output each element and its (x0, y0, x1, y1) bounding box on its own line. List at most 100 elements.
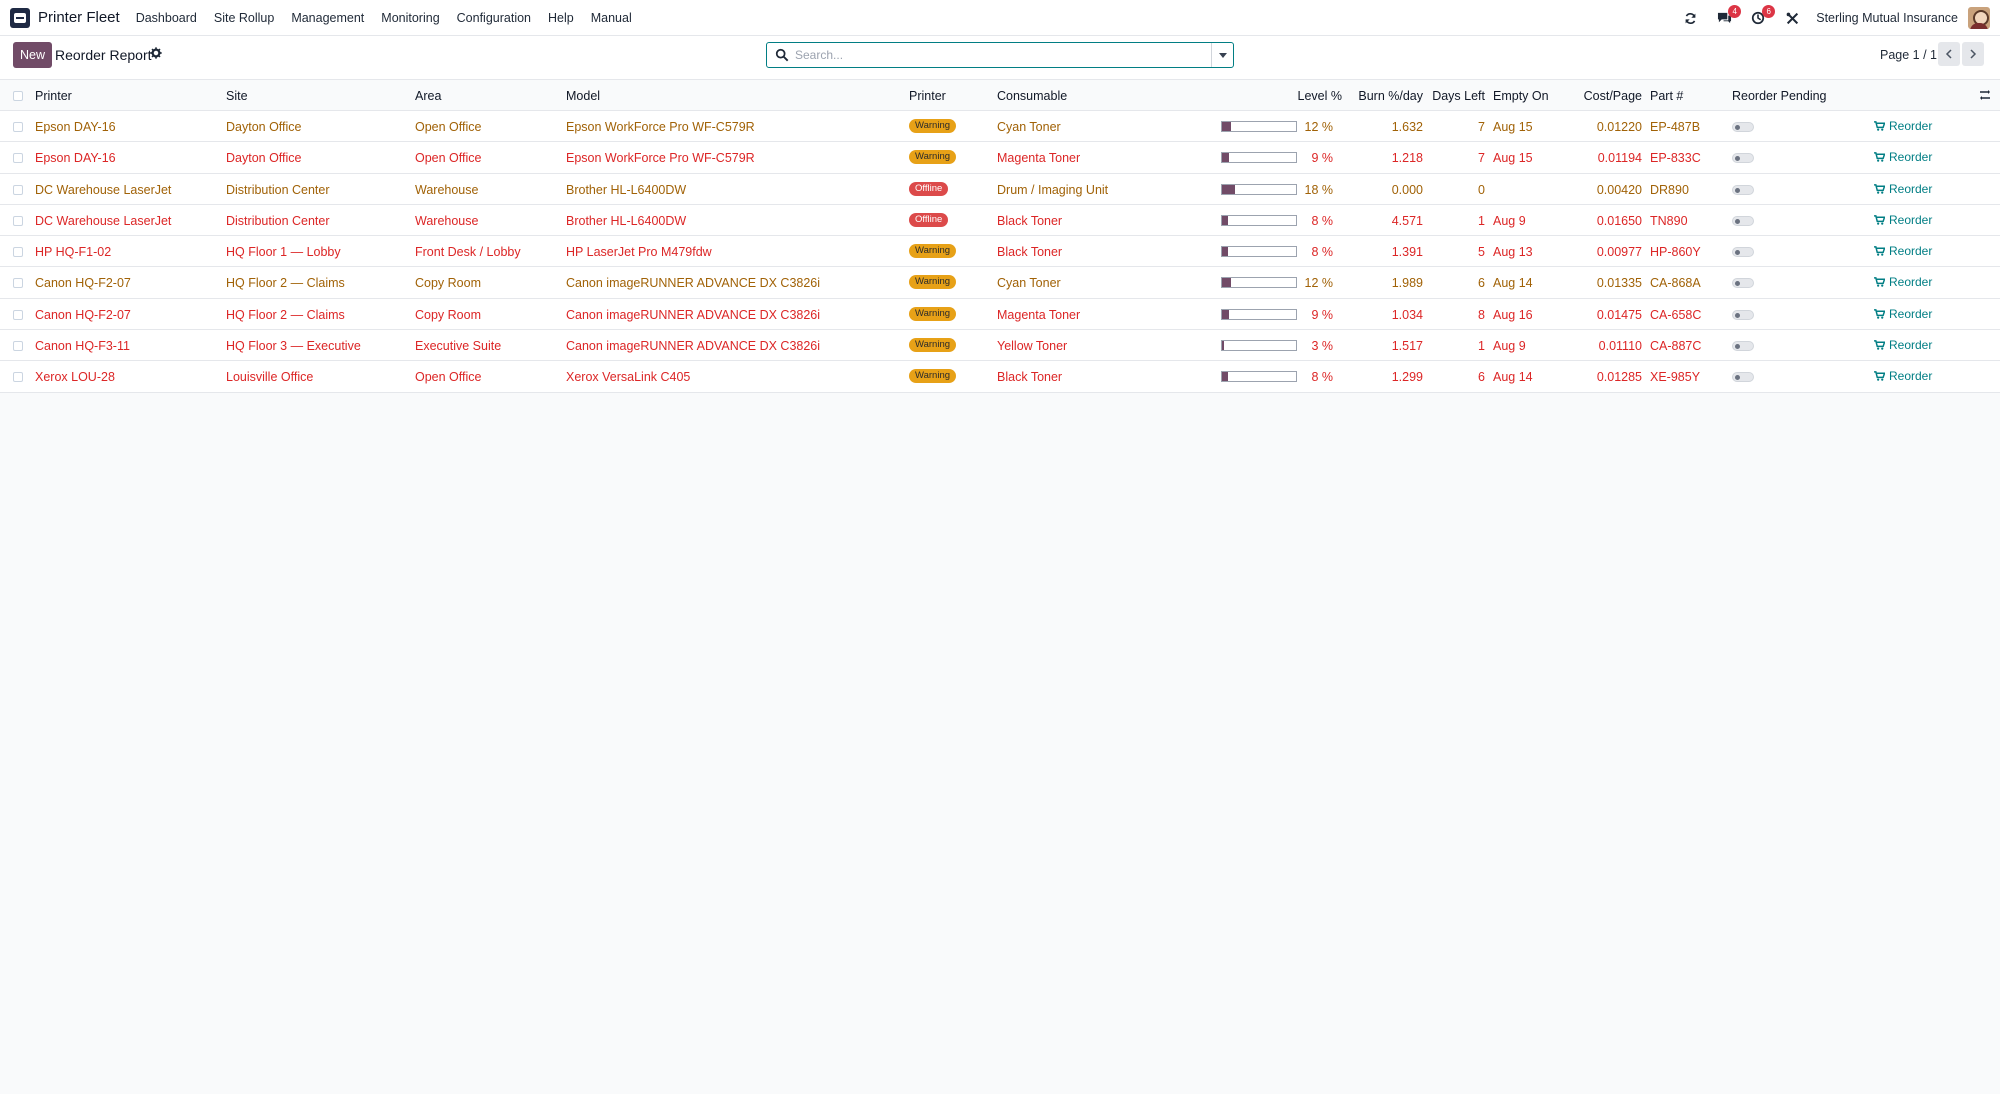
menu-management[interactable]: Management (291, 11, 364, 25)
row-checkbox[interactable] (13, 247, 23, 258)
cell-empty-on: Aug 9 (1493, 213, 1526, 228)
column-printer[interactable]: Printer (35, 89, 72, 103)
reorder-pending-toggle[interactable] (1732, 278, 1754, 289)
table-row[interactable]: HP HQ-F1-02 HQ Floor 1 — Lobby Front Desk … (0, 236, 2000, 268)
app-name[interactable]: Printer Fleet (38, 9, 120, 26)
column-model[interactable]: Model (566, 89, 600, 103)
search-options-toggle[interactable] (1211, 43, 1233, 67)
pager-value[interactable]: Page 1 / 1 (1880, 48, 1937, 62)
table-row[interactable]: Canon HQ-F2-07 HQ Floor 2 — Claims Copy Ro… (0, 267, 2000, 299)
reorder-pending-toggle[interactable] (1732, 372, 1754, 383)
printer-app-icon[interactable] (10, 7, 30, 28)
table-row[interactable]: DC Warehouse LaserJet Distribution Center… (0, 173, 2000, 205)
reorder-button[interactable]: Reorder (1874, 369, 1932, 383)
level-progress-bar (1221, 152, 1297, 164)
search-input[interactable] (795, 44, 1211, 66)
reorder-button[interactable]: Reorder (1874, 213, 1932, 227)
column-area[interactable]: Area (415, 89, 441, 103)
column-consumable[interactable]: Consumable (997, 89, 1067, 103)
column-level[interactable]: Level % (1298, 89, 1342, 103)
table-row[interactable]: Epson DAY-16 Dayton Office Open Office Epso… (0, 142, 2000, 174)
row-checkbox[interactable] (13, 122, 23, 132)
company-switcher[interactable]: Sterling Mutual Insurance (1816, 11, 1958, 25)
cell-burn: 1.632 (1391, 120, 1423, 134)
reorder-pending-toggle[interactable] (1732, 309, 1754, 320)
row-checkbox[interactable] (13, 153, 23, 164)
row-checkbox[interactable] (13, 184, 23, 195)
reorder-pending-toggle[interactable] (1732, 247, 1754, 258)
cell-area: Open Office (415, 120, 482, 134)
table-row[interactable]: Canon HQ-F3-11 HQ Floor 3 — Executive Exec… (0, 330, 2000, 362)
tools-icon[interactable] (1782, 8, 1802, 28)
column-burn[interactable]: Burn %/day (1358, 89, 1423, 103)
cell-area: Open Office (415, 370, 482, 385)
row-checkbox[interactable] (13, 372, 23, 383)
row-checkbox[interactable] (13, 309, 23, 320)
table-row[interactable]: DC Warehouse LaserJet Distribution Center… (0, 204, 2000, 237)
column-cost-per-page[interactable]: Cost/Page (1584, 89, 1642, 103)
row-checkbox[interactable] (13, 215, 23, 226)
reorder-button[interactable]: Reorder (1874, 244, 1932, 258)
column-empty-on[interactable]: Empty On (1493, 89, 1549, 103)
optional-columns-icon[interactable] (1979, 89, 1991, 101)
pager-next-button[interactable] (1962, 42, 1984, 66)
pager-previous-button[interactable] (1938, 42, 1960, 66)
cell-days-left: 0 (1478, 182, 1485, 197)
level-progress-fill (1222, 309, 1229, 319)
menu-help[interactable]: Help (548, 11, 574, 25)
menu-dashboard[interactable]: Dashboard (136, 11, 197, 25)
cell-area: Warehouse (415, 213, 479, 228)
reorder-button[interactable]: Reorder (1874, 338, 1932, 352)
reorder-pending-toggle[interactable] (1732, 122, 1754, 132)
reorder-label: Reorder (1889, 338, 1933, 353)
reorder-button[interactable]: Reorder (1874, 150, 1932, 164)
gear-icon[interactable] (150, 47, 162, 59)
menu-configuration[interactable]: Configuration (457, 11, 531, 25)
user-avatar[interactable] (1968, 7, 1990, 29)
select-all-checkbox[interactable] (13, 91, 23, 101)
reorder-button[interactable]: Reorder (1874, 275, 1932, 289)
reorder-button[interactable]: Reorder (1874, 119, 1932, 133)
reorder-pending-toggle[interactable] (1732, 153, 1754, 164)
control-panel: New Reorder Report Page 1 / 1 (0, 36, 2000, 80)
clock-icon[interactable]: 6 (1748, 5, 1776, 28)
table-row[interactable]: Xerox LOU-28 Louisville Office Open Office… (0, 361, 2000, 393)
refresh-icon[interactable] (1680, 8, 1700, 28)
menu-manual[interactable]: Manual (591, 11, 632, 25)
table-row[interactable]: Epson DAY-16 Dayton Office Open Office Epso… (0, 111, 2000, 143)
cell-consumable: Magenta Toner (997, 151, 1081, 166)
status-badge: Warning (909, 150, 957, 165)
new-button[interactable]: New (13, 42, 52, 68)
level-progress-fill (1222, 153, 1229, 163)
column-days-left[interactable]: Days Left (1432, 89, 1485, 103)
column-part-number[interactable]: Part # (1650, 89, 1683, 103)
cell-printer: DC Warehouse LaserJet (35, 213, 172, 228)
chat-icon[interactable]: 4 (1714, 5, 1742, 28)
reorder-pending-toggle[interactable] (1732, 215, 1754, 226)
column-printer-status[interactable]: Printer (909, 89, 946, 103)
reorder-pending-toggle[interactable] (1732, 341, 1754, 352)
cell-model: Canon imageRUNNER ADVANCE DX C3826i (566, 276, 821, 291)
reorder-button[interactable]: Reorder (1874, 182, 1932, 196)
row-checkbox[interactable] (13, 341, 23, 352)
cell-part-number: DR890 (1650, 182, 1689, 197)
level-progress-bar (1221, 183, 1297, 195)
reorder-button[interactable]: Reorder (1874, 307, 1932, 321)
level-progress-bar (1221, 277, 1297, 289)
column-site[interactable]: Site (226, 89, 248, 103)
menu-monitoring[interactable]: Monitoring (381, 11, 439, 25)
table-row[interactable]: Canon HQ-F2-07 HQ Floor 2 — Claims Copy Ro… (0, 298, 2000, 331)
level-progress-bar (1221, 340, 1297, 352)
cell-level: 8 % (1311, 245, 1333, 260)
row-checkbox[interactable] (13, 278, 23, 289)
cell-level: 12 % (1304, 120, 1334, 134)
cell-model: HP LaserJet Pro M479fdw (566, 245, 712, 260)
cell-cost-per-page: 0.01335 (1596, 276, 1642, 291)
column-reorder-pending[interactable]: Reorder Pending (1732, 89, 1827, 103)
cell-cost-per-page: 0.01220 (1596, 120, 1642, 134)
reorder-pending-toggle[interactable] (1732, 184, 1754, 195)
menu-site-rollup[interactable]: Site Rollup (214, 11, 274, 25)
cell-empty-on: Aug 16 (1493, 307, 1533, 322)
cart-icon (1874, 308, 1885, 319)
cell-cost-per-page: 0.01475 (1596, 307, 1642, 322)
